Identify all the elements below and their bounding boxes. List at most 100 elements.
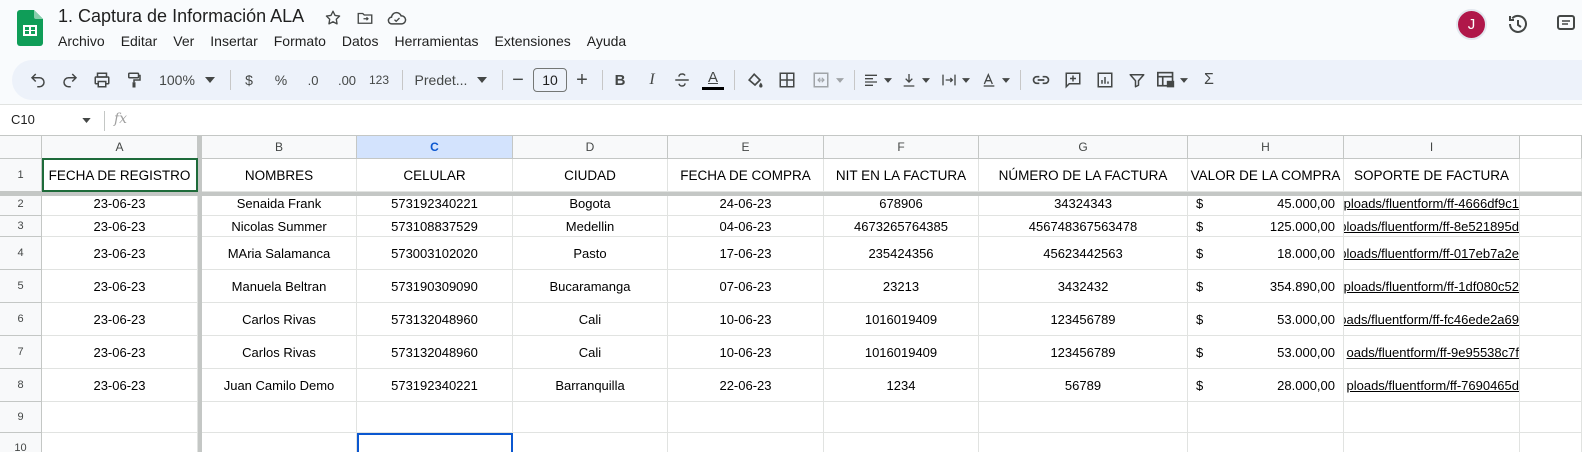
cell-nombres[interactable]: Juan Camilo Demo xyxy=(202,369,357,402)
empty-cell[interactable] xyxy=(668,402,824,433)
strikethrough-icon[interactable] xyxy=(670,60,694,100)
text-rotation-icon[interactable] xyxy=(978,60,1012,100)
print-icon[interactable] xyxy=(90,60,114,100)
cell-celular[interactable]: 573003102020 xyxy=(357,237,513,270)
row-header-4[interactable]: 4 xyxy=(0,237,42,270)
menu-formato[interactable]: Formato xyxy=(266,32,334,50)
invoice-link[interactable]: ploads/fluentform/ff-8e521895d xyxy=(1344,219,1519,234)
cell-soporte-factura[interactable]: oads/fluentform/ff-9e95538c7f xyxy=(1344,336,1520,369)
cell-fecha-compra[interactable]: 04-06-23 xyxy=(668,216,824,237)
cell-fecha-registro[interactable]: 23-06-23 xyxy=(42,336,198,369)
cell-soporte-factura[interactable]: oads/fluentform/ff-fc46ede2a69 xyxy=(1344,303,1520,336)
empty-cell[interactable] xyxy=(42,402,198,433)
italic-button[interactable]: I xyxy=(640,60,664,100)
currency-format-button[interactable]: $ xyxy=(238,60,260,100)
increase-decimals-button[interactable]: .00 xyxy=(332,60,362,100)
menu-ayuda[interactable]: Ayuda xyxy=(579,32,634,50)
menu-datos[interactable]: Datos xyxy=(334,32,387,50)
column-header-e[interactable]: E xyxy=(668,136,824,159)
empty-cell[interactable] xyxy=(1520,216,1582,237)
folder-move-icon[interactable] xyxy=(354,7,376,29)
history-icon[interactable] xyxy=(1506,12,1530,36)
cell-nombres[interactable]: Nicolas Summer xyxy=(202,216,357,237)
column-header-a[interactable]: A xyxy=(42,136,198,159)
column-header-g[interactable]: G xyxy=(979,136,1188,159)
header-cell-nombres[interactable]: NOMBRES xyxy=(202,159,357,192)
cell-numero-factura[interactable]: 56789 xyxy=(979,369,1188,402)
cell-valor-compra[interactable]: $125.000,00 xyxy=(1188,216,1344,237)
cell-fecha-registro[interactable]: 23-06-23 xyxy=(42,237,198,270)
cell-valor-compra[interactable]: $53.000,00 xyxy=(1188,303,1344,336)
empty-cell[interactable] xyxy=(824,402,979,433)
insert-link-icon[interactable] xyxy=(1028,60,1054,100)
cell-soporte-factura[interactable]: ploads/fluentform/ff-017eb7a2e xyxy=(1344,237,1520,270)
empty-cell[interactable] xyxy=(1188,402,1344,433)
cell-fecha-compra[interactable]: 07-06-23 xyxy=(668,270,824,303)
vertical-align-icon[interactable] xyxy=(898,60,932,100)
empty-cell[interactable] xyxy=(42,433,198,452)
menu-extensiones[interactable]: Extensiones xyxy=(486,32,578,50)
empty-cell[interactable] xyxy=(1520,336,1582,369)
cell-celular[interactable]: 573190309090 xyxy=(357,270,513,303)
cell-nit[interactable]: 1016019409 xyxy=(824,303,979,336)
cell-fecha-registro[interactable]: 23-06-23 xyxy=(42,270,198,303)
cell-fecha-registro[interactable]: 23-06-23 xyxy=(42,369,198,402)
row-header-8[interactable]: 8 xyxy=(0,369,42,402)
menu-archivo[interactable]: Archivo xyxy=(50,32,113,50)
cell-ciudad[interactable]: Bucaramanga xyxy=(513,270,668,303)
font-size-input[interactable]: 10 xyxy=(533,68,567,92)
text-color-button[interactable]: A xyxy=(700,60,726,100)
empty-cell[interactable] xyxy=(1520,433,1582,452)
document-title[interactable]: 1. Captura de Información ALA xyxy=(58,6,304,27)
spreadsheet-grid[interactable]: A B C D E F G H I 1 2 3 4 5 6 7 8 9 10 FECHA DE REGISTRO NOM… xyxy=(0,136,1582,452)
menu-editar[interactable]: Editar xyxy=(113,32,166,50)
merge-cells-icon[interactable] xyxy=(808,60,848,100)
column-header-f[interactable]: F xyxy=(824,136,979,159)
cloud-status-icon[interactable] xyxy=(386,7,408,29)
cell-valor-compra[interactable]: $28.000,00 xyxy=(1188,369,1344,402)
row-header-3[interactable]: 3 xyxy=(0,216,42,237)
cell-nombres[interactable]: Carlos Rivas xyxy=(202,303,357,336)
empty-cell[interactable] xyxy=(357,402,513,433)
percent-format-button[interactable]: % xyxy=(270,60,292,100)
cell-nit[interactable]: 23213 xyxy=(824,270,979,303)
empty-cell[interactable] xyxy=(668,433,824,452)
insert-chart-icon[interactable] xyxy=(1092,60,1118,100)
chevron-down-icon[interactable] xyxy=(82,118,91,123)
cell-celular[interactable]: 573132048960 xyxy=(357,336,513,369)
menu-insertar[interactable]: Insertar xyxy=(202,32,265,50)
empty-cell[interactable] xyxy=(1344,402,1520,433)
header-cell-numero-factura[interactable]: NÚMERO DE LA FACTURA xyxy=(979,159,1188,192)
row-header-5[interactable]: 5 xyxy=(0,270,42,303)
header-cell-celular[interactable]: CELULAR xyxy=(357,159,513,192)
cell-ciudad[interactable]: Cali xyxy=(513,336,668,369)
column-header-h[interactable]: H xyxy=(1188,136,1344,159)
font-size-increase-button[interactable]: + xyxy=(572,60,592,100)
functions-button[interactable]: Σ xyxy=(1198,60,1220,100)
column-header-c[interactable]: C xyxy=(357,136,513,159)
filter-icon[interactable] xyxy=(1124,60,1150,100)
header-cell-soporte-factura[interactable]: SOPORTE DE FACTURA xyxy=(1344,159,1520,192)
empty-cell[interactable] xyxy=(513,402,668,433)
comments-icon[interactable] xyxy=(1556,14,1576,34)
invoice-link[interactable]: uploads/fluentform/ff-1df080c52 xyxy=(1344,279,1519,294)
empty-cell[interactable] xyxy=(1520,303,1582,336)
empty-cell[interactable] xyxy=(1520,237,1582,270)
cell-nit[interactable]: 4673265764385 xyxy=(824,216,979,237)
insert-comment-icon[interactable] xyxy=(1060,60,1086,100)
cell-fecha-registro[interactable]: 23-06-23 xyxy=(42,216,198,237)
cell-ciudad[interactable]: Medellin xyxy=(513,216,668,237)
avatar[interactable]: J xyxy=(1456,9,1487,40)
empty-cell[interactable] xyxy=(1344,433,1520,452)
cell-numero-factura[interactable]: 123456789 xyxy=(979,303,1188,336)
empty-cell[interactable] xyxy=(202,433,357,452)
row-header-10[interactable]: 10 xyxy=(0,433,42,452)
empty-cell[interactable] xyxy=(1520,402,1582,433)
paint-format-icon[interactable] xyxy=(122,60,146,100)
cell-fecha-registro[interactable]: 23-06-23 xyxy=(42,303,198,336)
undo-icon[interactable] xyxy=(26,60,50,100)
font-size-decrease-button[interactable]: − xyxy=(508,60,528,100)
borders-icon[interactable] xyxy=(774,60,800,100)
frozen-row-divider[interactable] xyxy=(0,192,1582,196)
formula-input[interactable] xyxy=(140,111,1540,131)
